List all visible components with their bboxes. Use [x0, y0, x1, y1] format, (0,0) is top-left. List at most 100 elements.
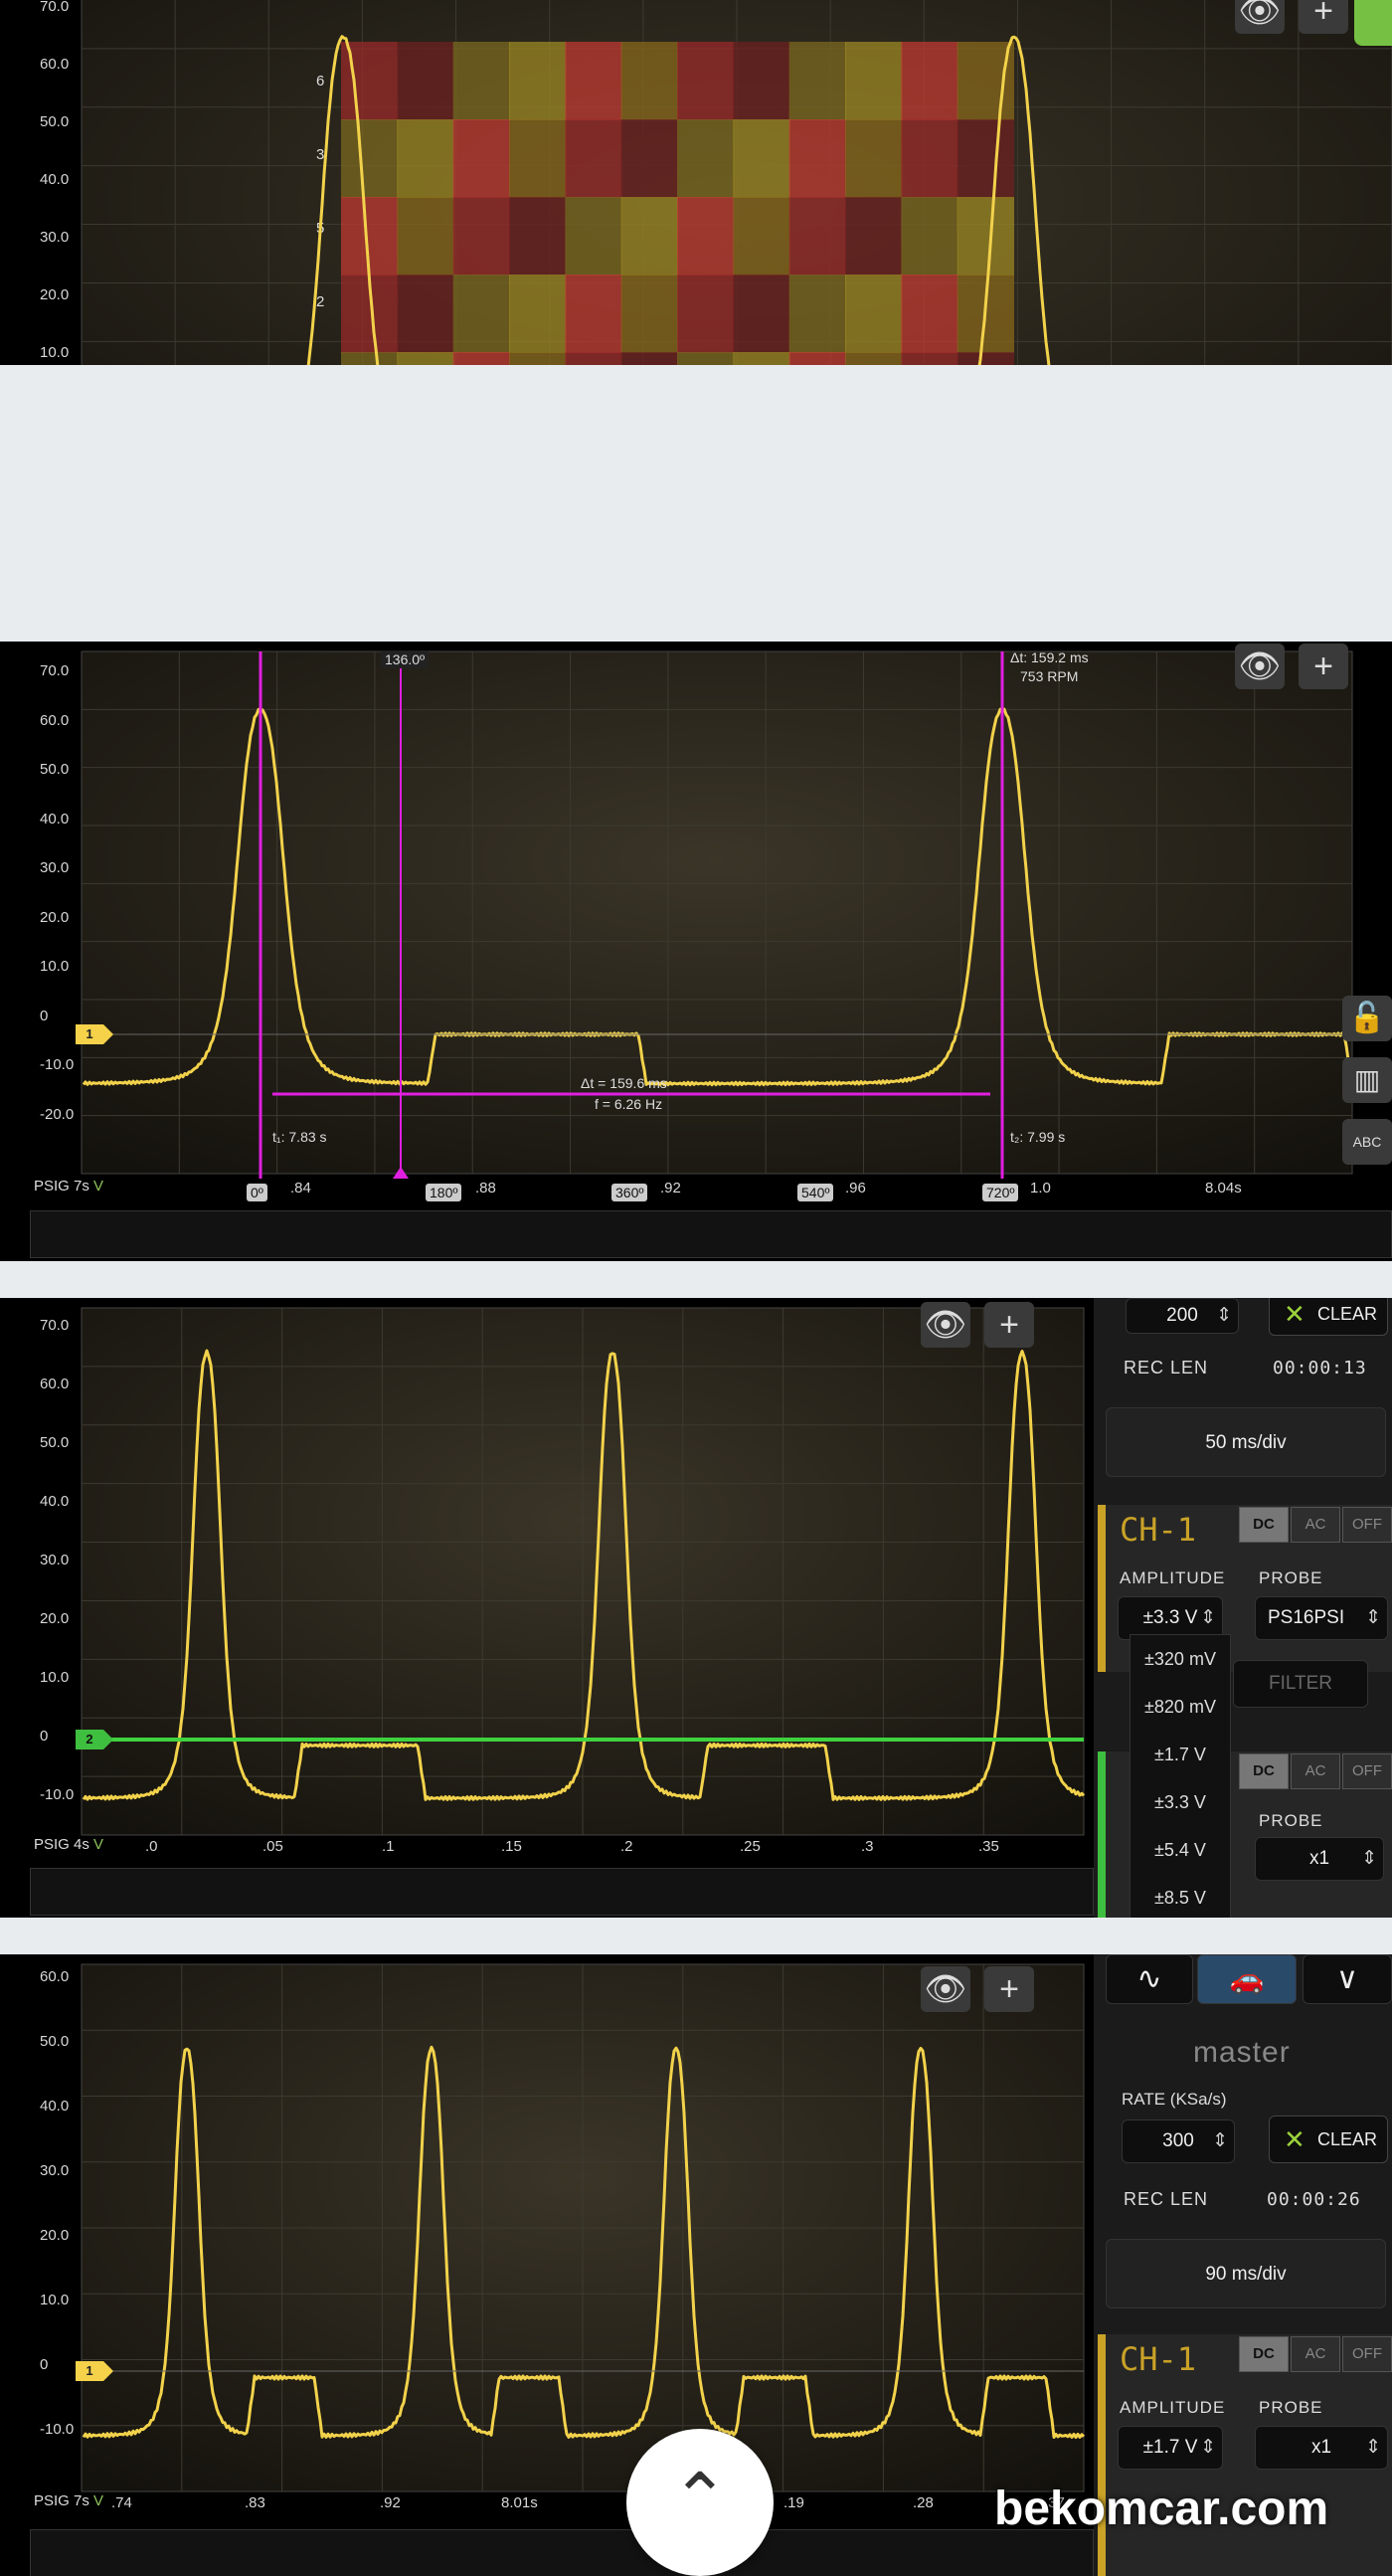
ref-marker-4[interactable]: 1	[76, 2361, 113, 2381]
y-tick-label: 30.0	[40, 229, 70, 246]
cylinder-heat-cell	[845, 119, 903, 198]
cylinder-heat-cell	[677, 197, 735, 276]
probe-select[interactable]: PS16PSI	[1255, 1596, 1388, 1640]
eye-icon[interactable]: 👁	[921, 1302, 970, 1348]
y-tick-label: 50.0	[40, 2033, 70, 2050]
eye-icon[interactable]: 👁	[1235, 0, 1285, 34]
ch1-settings-box: CH-1 DC AC OFF AMPLITUDE PROBE ±1.7 V x1	[1098, 2334, 1392, 2576]
measure-chart-icon[interactable]: ▥	[1342, 1057, 1392, 1103]
cylinder-heat-cell	[397, 119, 454, 198]
x-tick-label: .92	[660, 1180, 681, 1196]
clear-button[interactable]: CLEAR	[1269, 1298, 1388, 1336]
coupling-dc-button[interactable]: DC	[1239, 1507, 1289, 1543]
ref-marker-2[interactable]: 1	[76, 1024, 113, 1044]
crank-angle-label: 360º	[611, 1184, 648, 1201]
plot-area-1[interactable]: Expansion Exhaust Intake Compression635241	[0, 0, 1392, 365]
plot-area-3[interactable]	[0, 1298, 1094, 1918]
timebase-select[interactable]: 50 ms/div	[1106, 1407, 1386, 1477]
cylinder-heat-cell	[957, 197, 1014, 276]
plot-area-4[interactable]	[0, 1954, 1094, 2576]
ch2-coupling-off[interactable]: OFF	[1342, 1753, 1392, 1789]
timeline-navigator-2[interactable]	[30, 1210, 1392, 1258]
car-icon[interactable]: 🚗	[1197, 1954, 1297, 2004]
timeline-navigator-4[interactable]	[30, 2529, 1094, 2576]
cylinder-heat-cell	[509, 119, 567, 198]
amplitude-option[interactable]: ±5.4 V	[1131, 1826, 1230, 1874]
x-tick-label: .19	[783, 2494, 804, 2511]
cylinder-heat-cell	[452, 197, 510, 276]
scope-panel-2: 70.0 60.0 50.0 40.0 30.0 20.0 10.0 0 -10.0 -20.0 …	[0, 642, 1392, 1261]
cylinder-heat-cell	[901, 275, 958, 353]
amplitude-option[interactable]: ±820 mV	[1131, 1683, 1230, 1731]
y-tick-label: -10.0	[40, 2421, 75, 2438]
green-status-tab[interactable]	[1354, 0, 1392, 46]
ch2-probe-select[interactable]: x1	[1255, 1837, 1384, 1881]
y-tick-label: 10.0	[40, 344, 70, 361]
amplitude-option[interactable]: ±8.5 V	[1131, 1874, 1230, 1918]
cylinder-heat-cell	[845, 197, 903, 276]
y-tick-label: -10.0	[40, 1786, 75, 1803]
scroll-to-top-button[interactable]: ⌃	[626, 2429, 774, 2576]
add-icon[interactable]: +	[1299, 0, 1348, 34]
lock-icon[interactable]: 🔓	[1342, 996, 1392, 1041]
unit-label: V	[93, 1178, 104, 1195]
abc-icon[interactable]: ABC	[1342, 1119, 1392, 1165]
ch2-coupling-ac[interactable]: AC	[1291, 1753, 1340, 1789]
y-tick-label: 40.0	[40, 810, 70, 828]
y-tick-label: 0	[40, 1007, 49, 1024]
cylinder-heat-cell	[788, 42, 846, 120]
eye-icon[interactable]: 👁	[1235, 644, 1285, 689]
y-tick-label: 70.0	[40, 662, 70, 679]
cylinder-heat-cell	[397, 352, 454, 365]
rec-len-time: 00:00:13	[1273, 1358, 1367, 1379]
add-icon[interactable]: +	[1299, 644, 1348, 689]
cylinder-heat-cell	[677, 275, 735, 353]
coupling-off-button[interactable]: OFF	[1342, 2336, 1392, 2372]
sine-wave-tab[interactable]: ∿	[1106, 1954, 1193, 2004]
coupling-ac-button[interactable]: AC	[1291, 1507, 1340, 1543]
cylinder-heat-cell	[397, 197, 454, 276]
plot-area-2[interactable]	[0, 642, 1392, 1261]
filter-button[interactable]: FILTER	[1233, 1660, 1368, 1708]
rate-stepper[interactable]: 200	[1126, 1298, 1239, 1334]
cylinder-row-label: 6	[316, 73, 324, 90]
y-tick-label: 20.0	[40, 2227, 70, 2244]
cylinder-heat-cell	[565, 197, 622, 276]
unit-label: V	[93, 2492, 104, 2509]
cylinder-heat-cell	[620, 119, 678, 198]
amplitude-dropdown[interactable]: ±320 mV ±820 mV ±1.7 V ±3.3 V ±5.4 V ±8.5 V	[1130, 1634, 1231, 1918]
coupling-ac-button[interactable]: AC	[1291, 2336, 1340, 2372]
y-tick-label: 40.0	[40, 1493, 70, 1510]
ref-marker-3[interactable]: 2	[76, 1730, 113, 1749]
amplitude-option[interactable]: ±320 mV	[1131, 1635, 1230, 1683]
amplitude-select[interactable]: ±1.7 V	[1118, 2426, 1223, 2470]
add-icon[interactable]: +	[984, 1966, 1034, 2012]
y-tick-label: 10.0	[40, 2292, 70, 2308]
x-tick-label: .74	[111, 2494, 132, 2511]
cylinder-heat-cell	[677, 352, 735, 365]
x-tick-label: 8.01s	[501, 2494, 538, 2511]
add-icon[interactable]: +	[984, 1302, 1034, 1348]
eye-icon[interactable]: 👁	[921, 1966, 970, 2012]
scope-panel-3: 70.0 60.0 50.0 40.0 30.0 20.0 10.0 0 -10.0 .0 .05…	[0, 1298, 1392, 1918]
clear-button[interactable]: CLEAR	[1269, 2116, 1388, 2163]
ch2-coupling-dc[interactable]: DC	[1239, 1753, 1289, 1789]
cylinder-heat-cell	[788, 352, 846, 365]
chevron-down-icon[interactable]: ∨	[1303, 1954, 1392, 2004]
rate-stepper[interactable]: 300	[1122, 2119, 1235, 2163]
timebase-select[interactable]: 90 ms/div	[1106, 2239, 1386, 2308]
amplitude-option[interactable]: ±3.3 V	[1131, 1778, 1230, 1826]
probe-select[interactable]: x1	[1255, 2426, 1388, 2470]
cylinder-heat-cell	[733, 197, 790, 276]
amplitude-option[interactable]: ±1.7 V	[1131, 1731, 1230, 1778]
timeline-navigator-3[interactable]	[30, 1868, 1094, 1916]
cylinder-heat-cell	[733, 119, 790, 198]
x-tick-label: .05	[262, 1838, 283, 1855]
y-tick-label: 10.0	[40, 958, 70, 975]
crank-angle-label: 0º	[247, 1184, 267, 1201]
coupling-dc-button[interactable]: DC	[1239, 2336, 1289, 2372]
coupling-off-button[interactable]: OFF	[1342, 1507, 1392, 1543]
cylinder-heat-cell	[341, 352, 399, 365]
x-tick-label: .28	[913, 2494, 934, 2511]
cylinder-row-label: 2	[316, 293, 324, 310]
